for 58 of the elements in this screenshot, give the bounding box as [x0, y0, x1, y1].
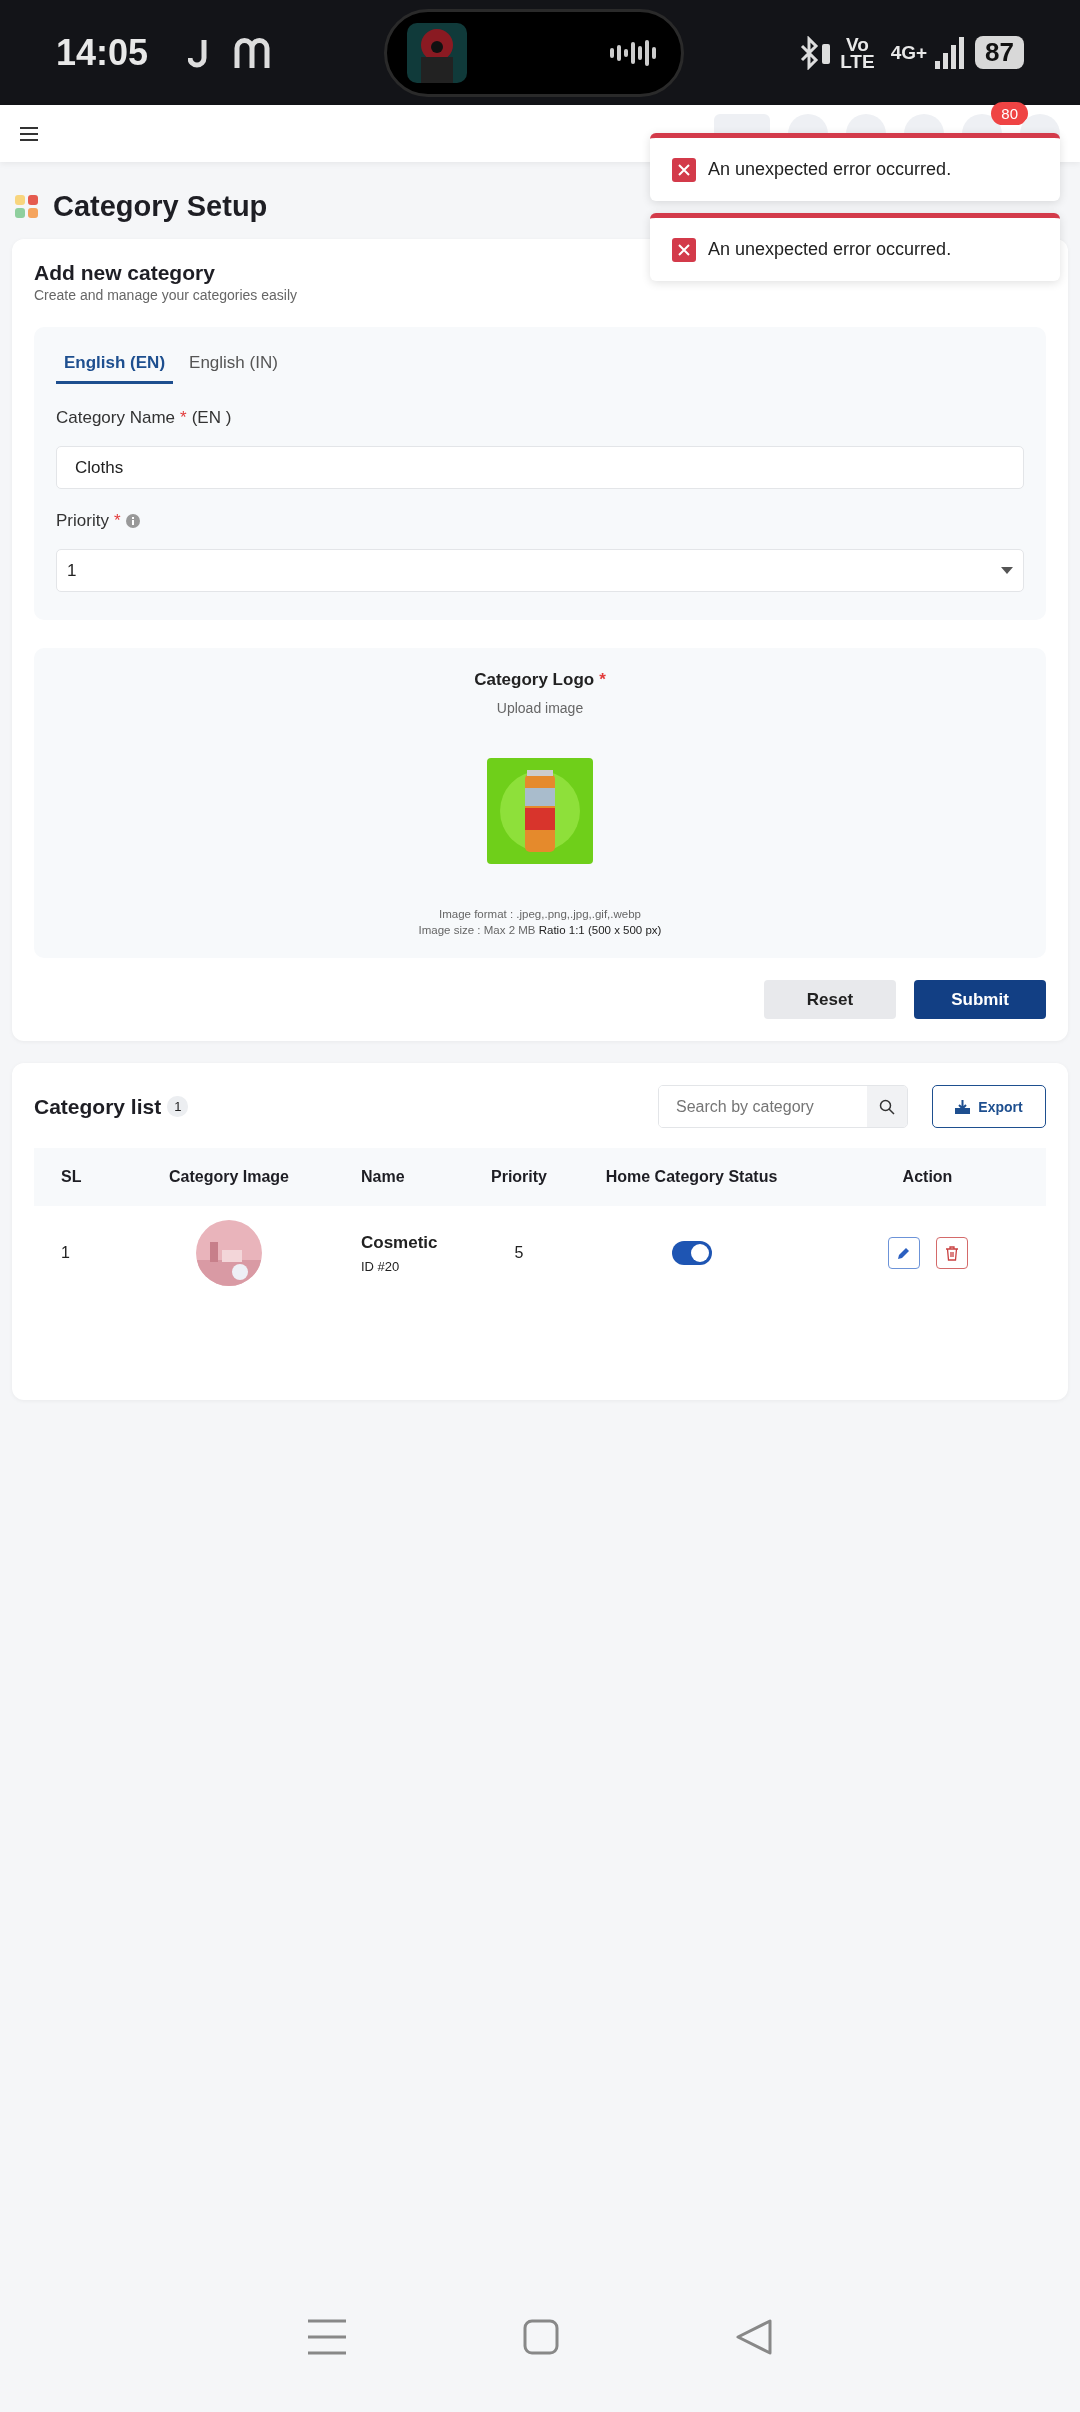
battery-level: 87 — [975, 36, 1024, 69]
category-icon — [15, 194, 39, 219]
error-icon — [672, 237, 696, 262]
name-field[interactable]: Cloths — [56, 446, 1024, 489]
notification-icon — [234, 37, 271, 68]
status-toggle[interactable] — [671, 1241, 712, 1265]
category-id: ID #20 — [361, 1258, 400, 1274]
column-header: Category Image — [124, 1148, 334, 1206]
language-tab[interactable]: English (IN) — [181, 345, 286, 384]
pencil-icon — [896, 1246, 911, 1260]
info-icon — [125, 514, 140, 528]
search-icon — [879, 1098, 895, 1115]
back-icon[interactable] — [735, 2319, 772, 2355]
page-title: Category Setup — [53, 190, 268, 223]
required-mark: * — [180, 408, 187, 428]
field-label: (EN ) — [191, 408, 232, 428]
field-label: Priority — [56, 511, 109, 531]
toast-message: An unexpected error occurred. — [708, 239, 952, 260]
field-label: Category Name — [56, 408, 176, 428]
form-title: Add new category — [34, 261, 216, 285]
format-note: Image format : .jpeg,.png,.jpg,.gif,.webp — [439, 908, 641, 920]
column-header: Home Category Status — [574, 1148, 809, 1206]
language-tab[interactable]: English (EN) — [56, 345, 174, 384]
network-label: Vo LTE — [840, 35, 875, 70]
table-cell: 5 — [514, 1244, 524, 1262]
required-mark: * — [113, 511, 121, 531]
form-subtitle: Create and manage your categories easily — [34, 287, 299, 303]
caret-icon — [1001, 567, 1013, 574]
bluetooth-icon — [798, 35, 833, 70]
delete-button[interactable] — [935, 1237, 968, 1269]
column-header: Action — [809, 1148, 1046, 1206]
column-header: Priority — [464, 1148, 574, 1206]
cellular-label: 4G+ — [890, 44, 928, 61]
column-header: SL — [34, 1148, 124, 1206]
upload-hint: Upload image — [496, 700, 584, 716]
home-icon[interactable] — [523, 2319, 559, 2355]
menu-icon[interactable] — [20, 126, 38, 141]
priority-select[interactable]: 1 — [56, 549, 1024, 592]
export-button[interactable]: Export — [932, 1085, 1046, 1128]
required-mark: * — [599, 670, 606, 690]
clock: 14:05 — [56, 31, 149, 74]
edit-button[interactable] — [887, 1237, 920, 1269]
logo-label: Category Logo — [474, 670, 595, 690]
signal-icon — [935, 36, 966, 69]
count-badge: 1 — [167, 1096, 189, 1117]
trash-icon — [944, 1245, 959, 1261]
list-title: Category list — [34, 1094, 162, 1119]
search-button[interactable] — [867, 1086, 907, 1127]
reset-button[interactable]: Reset — [764, 980, 896, 1019]
column-header: Name — [334, 1148, 464, 1206]
download-icon — [955, 1099, 971, 1114]
category-name: Cosmetic — [361, 1232, 438, 1253]
error-icon — [672, 157, 696, 182]
toast-message: An unexpected error occurred. — [708, 159, 952, 180]
submit-button[interactable]: Submit — [914, 980, 1046, 1019]
table-cell: 1 — [61, 1244, 70, 1262]
size-note: Image size : Max 2 MB Ratio 1:1 (500 x 500 px) — [418, 924, 662, 936]
search-field[interactable]: Search by category — [658, 1085, 908, 1128]
